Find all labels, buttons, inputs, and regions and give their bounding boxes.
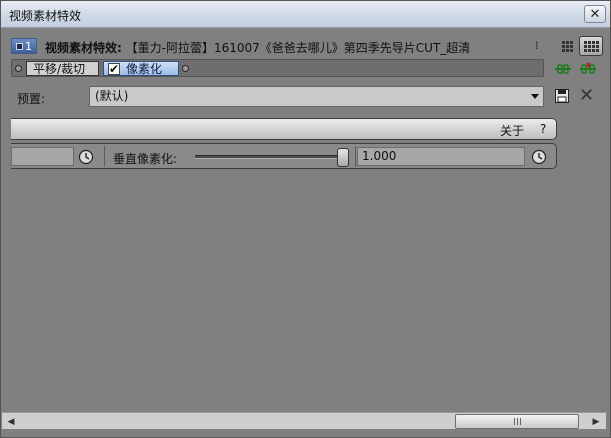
vertical-pixelate-slider[interactable] (195, 155, 345, 159)
node-number-icon (16, 42, 23, 50)
save-icon (555, 89, 569, 103)
horizontal-scrollbar[interactable]: ◀ ▶ (2, 412, 606, 429)
effect-header: 1 视频素材特效: 【董力-阿拉蕾】161007《爸爸去哪儿》第四季先导片CUT… (9, 35, 605, 57)
effect-chain: 平移/裁切 ✔ 像素化 (11, 59, 544, 77)
preset-value: (默认) (95, 89, 129, 103)
effect-pixelate-button[interactable]: ✔ 像素化 (103, 61, 179, 76)
chevron-right-icon: ▶ (592, 416, 600, 427)
scroll-left-button[interactable]: ◀ (3, 414, 19, 429)
effect-pixelate-label: 像素化 (126, 62, 163, 76)
link-keyframe-button[interactable] (553, 61, 573, 77)
preset-dropdown[interactable]: (默认) (89, 86, 544, 107)
grid-view-icon (561, 40, 573, 52)
large-grid-view-icon (583, 40, 599, 52)
header-prefix: 视频素材特效: (45, 41, 122, 55)
chain-end-dot (182, 65, 189, 72)
large-grid-view-button[interactable] (579, 36, 603, 56)
vertical-pixelate-label: 垂直像素化: (113, 152, 178, 166)
vertical-pixelate-slider-thumb[interactable] (337, 148, 349, 167)
effect-pan-crop-button[interactable]: 平移/裁切 (26, 61, 99, 76)
parameter-row: 垂直像素化: 1.000 (11, 143, 557, 169)
vertical-pixelate-value[interactable]: 1.000 (357, 147, 525, 166)
clock-icon (531, 149, 547, 164)
link-keyframe-icon (555, 64, 571, 74)
clip-title: 视频素材特效: 【董力-阿拉蕾】161007《爸爸去哪儿》第四季先导片CUT_超… (45, 39, 529, 56)
node-number: 1 (25, 39, 32, 53)
chevron-down-icon (531, 94, 539, 99)
param-divider (355, 146, 356, 167)
effects-window: 视频素材特效 ✕ 1 视频素材特效: 【董力-阿拉蕾】161007《爸爸去哪儿》… (0, 0, 611, 438)
scroll-right-button[interactable]: ▶ (588, 414, 604, 429)
effect-enable-checkbox[interactable]: ✔ (108, 63, 120, 75)
clip-name: 【董力-阿拉蕾】161007《爸爸去哪儿》第四季先导片CUT_超清 (125, 41, 471, 55)
title-bar[interactable]: 视频素材特效 ✕ (1, 1, 610, 28)
help-button[interactable]: ? (540, 122, 546, 136)
chain-start-dot (15, 65, 22, 72)
save-preset-button[interactable] (554, 87, 570, 105)
keyframe-button-right[interactable] (528, 147, 550, 166)
preset-label: 预置: (17, 92, 46, 106)
close-icon: ✕ (589, 6, 601, 22)
scrollbar-thumb[interactable] (455, 414, 579, 429)
close-button[interactable]: ✕ (584, 5, 606, 23)
clock-icon (78, 149, 94, 164)
window-title: 视频素材特效 (9, 9, 82, 23)
about-button[interactable]: 关于 (500, 122, 524, 139)
param-divider (104, 146, 105, 167)
more-icon[interactable]: ⁞ (535, 39, 539, 52)
grid-view-button[interactable] (557, 37, 577, 55)
grip-icon (513, 418, 521, 425)
unlink-keyframe-button[interactable] (578, 61, 598, 77)
chevron-left-icon: ◀ (7, 416, 15, 427)
keyframe-button-left[interactable] (75, 147, 97, 166)
horizontal-pixelate-field[interactable] (11, 147, 74, 166)
about-bar: 关于 ? (11, 118, 557, 140)
node-number-badge[interactable]: 1 (11, 38, 37, 54)
unlink-keyframe-icon (580, 62, 596, 74)
delete-preset-button[interactable]: ✕ (579, 87, 594, 105)
